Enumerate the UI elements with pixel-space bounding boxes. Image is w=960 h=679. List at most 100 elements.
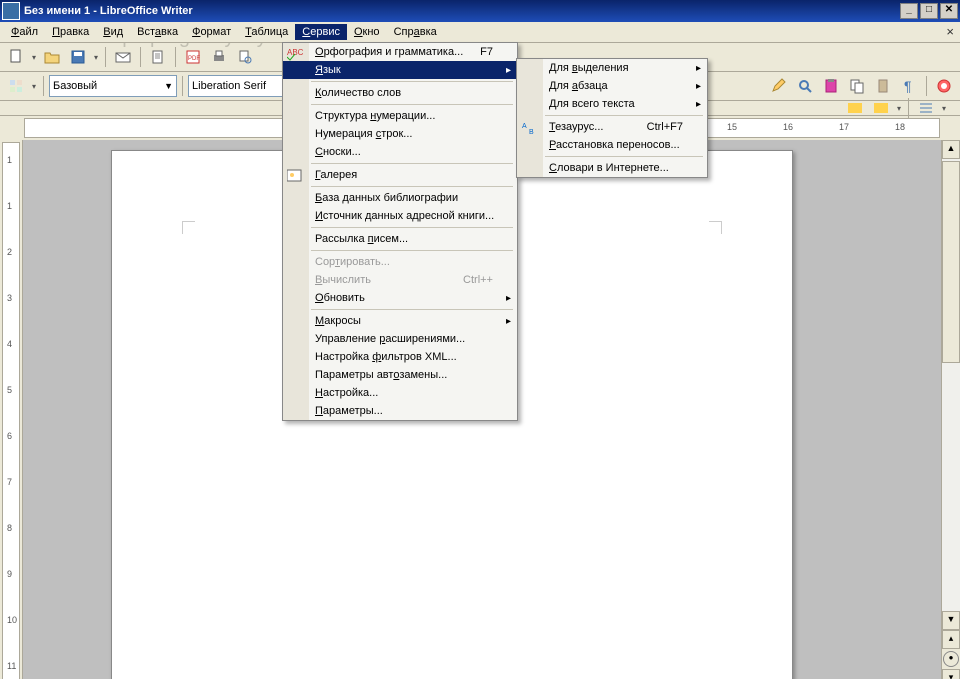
- gal-icon: [287, 168, 303, 184]
- next-page-button[interactable]: ▾: [942, 669, 960, 679]
- copy-button[interactable]: [845, 74, 869, 98]
- menu-item-label: Структура нумерации...: [315, 110, 435, 122]
- menu-item-label: Расстановка переносов...: [549, 139, 680, 151]
- maximize-button[interactable]: □: [920, 3, 938, 19]
- service-menu-item[interactable]: Рассылка писем...: [283, 230, 517, 248]
- menu-item-label: Вычислить: [315, 274, 371, 286]
- menu-правка[interactable]: Правка: [45, 24, 96, 40]
- paragraph-style-combo[interactable]: Базовый▼: [49, 75, 177, 97]
- menu-формат[interactable]: Формат: [185, 24, 238, 40]
- print-button[interactable]: [207, 45, 231, 69]
- menu-окно[interactable]: Окно: [347, 24, 387, 40]
- menu-справка[interactable]: Справка: [387, 24, 444, 40]
- service-menu-item[interactable]: Макросы ▸: [283, 312, 517, 330]
- window-title: Без имени 1 - LibreOffice Writer: [24, 5, 193, 17]
- navigate-by-button[interactable]: ●: [943, 651, 959, 667]
- submenu-arrow-icon: ▸: [506, 65, 511, 76]
- export-pdf-button[interactable]: PDF: [181, 45, 205, 69]
- scroll-v-thumb[interactable]: [942, 161, 960, 363]
- service-menu-item[interactable]: Структура нумерации...: [283, 107, 517, 125]
- indent-decrease-button[interactable]: [843, 101, 867, 115]
- menu-item-label: Тезаурус...: [549, 121, 603, 133]
- email-button[interactable]: [111, 45, 135, 69]
- service-menu-item[interactable]: Настройка...: [283, 384, 517, 402]
- lang-menu-item[interactable]: Расстановка переносов...: [517, 136, 707, 154]
- styles-button[interactable]: [4, 74, 28, 98]
- close-button[interactable]: ✕: [940, 3, 958, 19]
- svg-text:PDF: PDF: [188, 56, 200, 62]
- vertical-ruler[interactable]: 11234567891011: [2, 142, 20, 679]
- help-button[interactable]: [932, 74, 956, 98]
- menu-item-label: Макросы: [315, 315, 361, 327]
- submenu-arrow-icon: ▸: [696, 81, 701, 92]
- service-menu-item[interactable]: Источник данных адресной книги...: [283, 207, 517, 225]
- service-menu-item[interactable]: Сноски...: [283, 143, 517, 161]
- print-preview-button[interactable]: [233, 45, 257, 69]
- vertical-scrollbar[interactable]: ▲ ▼ ▴ ● ▾: [941, 140, 960, 679]
- edit-file-button[interactable]: [146, 45, 170, 69]
- menu-item-label: Параметры автозамены...: [315, 369, 447, 381]
- menu-item-label: Рассылка писем...: [315, 233, 408, 245]
- clipboard-button[interactable]: [819, 74, 843, 98]
- lang-menu-item[interactable]: Словари в Интернете...: [517, 159, 707, 177]
- close-document-icon[interactable]: ×: [946, 24, 954, 39]
- new-button[interactable]: [4, 45, 28, 69]
- thes-icon: AB: [521, 120, 537, 136]
- service-menu-item[interactable]: Галерея: [283, 166, 517, 184]
- service-menu-item[interactable]: Управление расширениями...: [283, 330, 517, 348]
- service-menu-item[interactable]: База данных библиографии: [283, 189, 517, 207]
- lang-menu-item[interactable]: ABТезаурус...Ctrl+F7: [517, 118, 707, 136]
- scroll-v-track[interactable]: [942, 159, 960, 611]
- service-menu-item[interactable]: Количество слов: [283, 84, 517, 102]
- menu-сервис[interactable]: Сервис: [295, 24, 347, 40]
- paragraph-style-value: Базовый: [53, 80, 97, 92]
- menu-item-label: Сортировать...: [315, 256, 390, 268]
- lang-menu-item[interactable]: Для выделения▸: [517, 59, 707, 77]
- service-menu-item[interactable]: ABCОрфография и грамматика...F7: [283, 43, 517, 61]
- menu-item-label: Обновить: [315, 292, 365, 304]
- service-menu-item[interactable]: Язык▸: [283, 61, 517, 79]
- svg-text:ABC: ABC: [287, 48, 303, 57]
- menu-item-label: Источник данных адресной книги...: [315, 210, 494, 222]
- minimize-button[interactable]: _: [900, 3, 918, 19]
- lang-menu-item[interactable]: Для всего текста▸: [517, 95, 707, 113]
- paragraph-marks-button[interactable]: ¶: [897, 74, 921, 98]
- menu-item-label: Параметры...: [315, 405, 383, 417]
- indent-increase-button[interactable]: [869, 101, 893, 115]
- open-button[interactable]: [40, 45, 64, 69]
- margin-corner-tl: [182, 221, 195, 234]
- menu-вид[interactable]: Вид: [96, 24, 130, 40]
- service-menu-item[interactable]: Обновить▸: [283, 289, 517, 307]
- menu-item-label: Для всего текста: [549, 98, 635, 110]
- scroll-down-button[interactable]: ▼: [942, 611, 960, 630]
- menu-вставка[interactable]: Вставка: [130, 24, 185, 40]
- abc-icon: ABC: [287, 45, 303, 61]
- service-menu-item[interactable]: Нумерация строк...: [283, 125, 517, 143]
- app-icon: [2, 2, 20, 20]
- menubar: ФайлПравкаВидВставкаФорматТаблицаСервисО…: [0, 22, 960, 43]
- service-menu-item: Вычислить Ctrl++: [283, 271, 517, 289]
- service-menu-item: Сортировать...: [283, 253, 517, 271]
- menu-item-label: Управление расширениями...: [315, 333, 465, 345]
- paste-button[interactable]: [871, 74, 895, 98]
- prev-page-button[interactable]: ▴: [942, 630, 960, 649]
- menu-item-label: Для абзаца: [549, 80, 608, 92]
- submenu-arrow-icon: ▸: [506, 316, 511, 327]
- service-menu-item[interactable]: Параметры автозамены...: [283, 366, 517, 384]
- lang-menu-item[interactable]: Для абзаца ▸: [517, 77, 707, 95]
- language-submenu: Для выделения▸ Для абзаца ▸ Для всего текст…: [516, 58, 708, 178]
- scroll-up-button[interactable]: ▲: [942, 140, 960, 159]
- line-spacing-button[interactable]: [914, 101, 938, 115]
- save-button[interactable]: [66, 45, 90, 69]
- service-menu-item[interactable]: Параметры...: [283, 402, 517, 420]
- menu-таблица[interactable]: Таблица: [238, 24, 295, 40]
- menu-item-shortcut: Ctrl++: [463, 274, 493, 286]
- menu-item-label: Словари в Интернете...: [549, 162, 669, 174]
- service-menu-item[interactable]: Настройка фильтров XML...: [283, 348, 517, 366]
- menu-item-label: Настройка...: [315, 387, 378, 399]
- edit-button[interactable]: [767, 74, 791, 98]
- menu-файл[interactable]: Файл: [4, 24, 45, 40]
- find-button[interactable]: [793, 74, 817, 98]
- menu-item-label: Количество слов: [315, 87, 401, 99]
- menu-item-label: Сноски...: [315, 146, 361, 158]
